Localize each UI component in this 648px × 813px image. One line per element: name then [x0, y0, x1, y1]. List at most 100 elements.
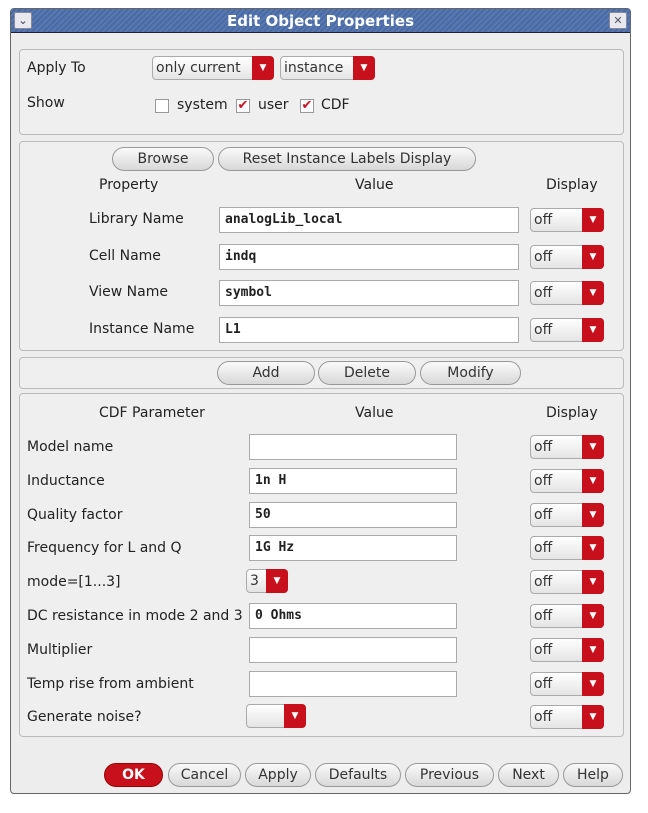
- property-display-select-value: off: [534, 212, 553, 228]
- property-value-input[interactable]: L1: [219, 316, 519, 343]
- cdf-panel: CDF Parameter Value Display Model name of…: [19, 393, 624, 737]
- cdf-display-select[interactable]: off ▼: [530, 637, 604, 662]
- close-icon[interactable]: ✕: [609, 12, 627, 29]
- actions-panel: Add Delete Modify: [19, 357, 624, 389]
- property-display-select[interactable]: off ▼: [530, 317, 604, 342]
- chevron-down-icon: ▼: [252, 56, 274, 80]
- cdf-display-select[interactable]: off ▼: [530, 468, 604, 493]
- cdf-value-select[interactable]: ▼: [246, 704, 306, 729]
- property-label: View Name: [89, 284, 168, 300]
- cdf-parameter-label: DC resistance in mode 2 and 3: [27, 608, 243, 624]
- property-display-select[interactable]: off ▼: [530, 244, 604, 269]
- system-checkbox[interactable]: [155, 99, 169, 113]
- chevron-down-icon: ▼: [582, 604, 604, 628]
- value-header: Value: [355, 177, 394, 193]
- browse-button[interactable]: Browse: [112, 147, 214, 171]
- apply-type-select[interactable]: instance ▼: [280, 56, 375, 80]
- cdf-checkbox[interactable]: ✔: [300, 99, 314, 113]
- cdf-value-header: Value: [355, 405, 394, 421]
- cdf-value-select-value: 3: [250, 573, 259, 590]
- apply-button[interactable]: Apply: [245, 763, 311, 787]
- ok-button[interactable]: OK: [104, 763, 163, 787]
- add-button[interactable]: Add: [217, 361, 315, 385]
- cdf-value-input[interactable]: 0 Ohms: [249, 603, 457, 629]
- delete-button[interactable]: Delete: [318, 361, 416, 385]
- chevron-down-icon: ▼: [582, 502, 604, 527]
- property-display-select[interactable]: off ▼: [530, 281, 604, 305]
- chevron-down-icon: ▼: [582, 435, 604, 459]
- cdf-display-header: Display: [546, 405, 598, 421]
- cdf-parameter-label: Inductance: [27, 472, 105, 489]
- chevron-down-icon: ▼: [266, 569, 288, 594]
- cdf-display-select-value: off: [534, 472, 553, 489]
- property-value-input[interactable]: analogLib_local: [219, 207, 519, 233]
- cdf-value-input[interactable]: 1n H: [249, 467, 457, 494]
- apply-scope-value: only current: [156, 60, 241, 76]
- property-value-input[interactable]: symbol: [219, 280, 519, 306]
- defaults-button[interactable]: Defaults: [315, 763, 401, 787]
- cdf-display-select[interactable]: off ▼: [530, 671, 604, 696]
- cdf-value-input[interactable]: 50: [249, 501, 457, 528]
- property-display-select-value: off: [534, 321, 553, 338]
- title-bar[interactable]: Edit Object Properties ⌄ ✕: [11, 9, 630, 33]
- chevron-down-icon: ▼: [353, 56, 375, 80]
- cdf-label: CDF: [321, 97, 350, 113]
- cdf-parameter-label: Frequency for L and Q: [27, 540, 182, 557]
- chevron-down-icon: ▼: [582, 671, 604, 696]
- previous-button[interactable]: Previous: [405, 763, 494, 787]
- property-display-select-value: off: [534, 285, 553, 301]
- property-label: Instance Name: [89, 320, 195, 337]
- cdf-parameter-label: Quality factor: [27, 506, 123, 523]
- cdf-value-select[interactable]: 3 ▼: [246, 569, 288, 594]
- cdf-display-select-value: off: [534, 709, 553, 726]
- cdf-display-select[interactable]: off ▼: [530, 570, 604, 595]
- cdf-parameter-label: Model name: [27, 439, 114, 455]
- show-label: Show: [27, 95, 65, 111]
- cdf-value-input[interactable]: 1G Hz: [249, 535, 457, 562]
- display-header: Display: [546, 177, 598, 193]
- reset-labels-button[interactable]: Reset Instance Labels Display: [218, 147, 476, 171]
- property-display-select[interactable]: off ▼: [530, 208, 604, 232]
- property-display-select-value: off: [534, 248, 553, 265]
- user-label: user: [258, 97, 289, 113]
- property-value-input[interactable]: indq: [219, 243, 519, 270]
- system-label: system: [177, 97, 228, 113]
- chevron-down-icon: ▼: [582, 317, 604, 342]
- cdf-display-select[interactable]: off ▼: [530, 536, 604, 561]
- dialog-title: Edit Object Properties: [226, 12, 415, 30]
- user-checkbox[interactable]: ✔: [236, 99, 250, 113]
- chevron-down-icon: ▼: [582, 208, 604, 232]
- chevron-down-icon: ▼: [582, 705, 604, 730]
- property-label: Library Name: [89, 211, 184, 227]
- cdf-display-select[interactable]: off ▼: [530, 604, 604, 628]
- cdf-parameter-label: mode=[1...3]: [27, 574, 121, 591]
- cdf-display-select-value: off: [534, 439, 553, 455]
- cdf-display-select-value: off: [534, 675, 553, 692]
- chevron-down-icon: ▼: [582, 281, 604, 305]
- cancel-button[interactable]: Cancel: [168, 763, 241, 787]
- help-button[interactable]: Help: [563, 763, 623, 787]
- cdf-parameter-label: Multiplier: [27, 641, 93, 658]
- cdf-parameter-label: Generate noise?: [27, 709, 142, 726]
- cdf-value-input[interactable]: [249, 434, 457, 460]
- cdf-value-input[interactable]: [249, 636, 457, 663]
- chevron-down-icon: ▼: [582, 468, 604, 493]
- cdf-display-select[interactable]: off ▼: [530, 435, 604, 459]
- cdf-value-input[interactable]: [249, 670, 457, 697]
- chevron-down-icon[interactable]: ⌄: [14, 12, 32, 29]
- chevron-down-icon: ▼: [582, 637, 604, 662]
- cdf-parameter-header: CDF Parameter: [99, 405, 205, 421]
- properties-panel: Browse Reset Instance Labels Display Pro…: [19, 141, 624, 351]
- cdf-display-select-value: off: [534, 608, 553, 624]
- edit-object-properties-dialog: Edit Object Properties ⌄ ✕ Apply To only…: [10, 8, 631, 794]
- apply-to-panel: Apply To only current ▼ instance ▼ Show sy…: [19, 49, 624, 135]
- apply-scope-select[interactable]: only current ▼: [152, 56, 274, 80]
- cdf-display-select[interactable]: off ▼: [530, 705, 604, 730]
- chevron-down-icon: ▼: [582, 570, 604, 595]
- next-button[interactable]: Next: [498, 763, 559, 787]
- modify-button[interactable]: Modify: [420, 361, 521, 385]
- cdf-display-select[interactable]: off ▼: [530, 502, 604, 527]
- chevron-down-icon: ▼: [582, 244, 604, 269]
- cdf-display-select-value: off: [534, 641, 553, 658]
- cdf-display-select-value: off: [534, 540, 553, 557]
